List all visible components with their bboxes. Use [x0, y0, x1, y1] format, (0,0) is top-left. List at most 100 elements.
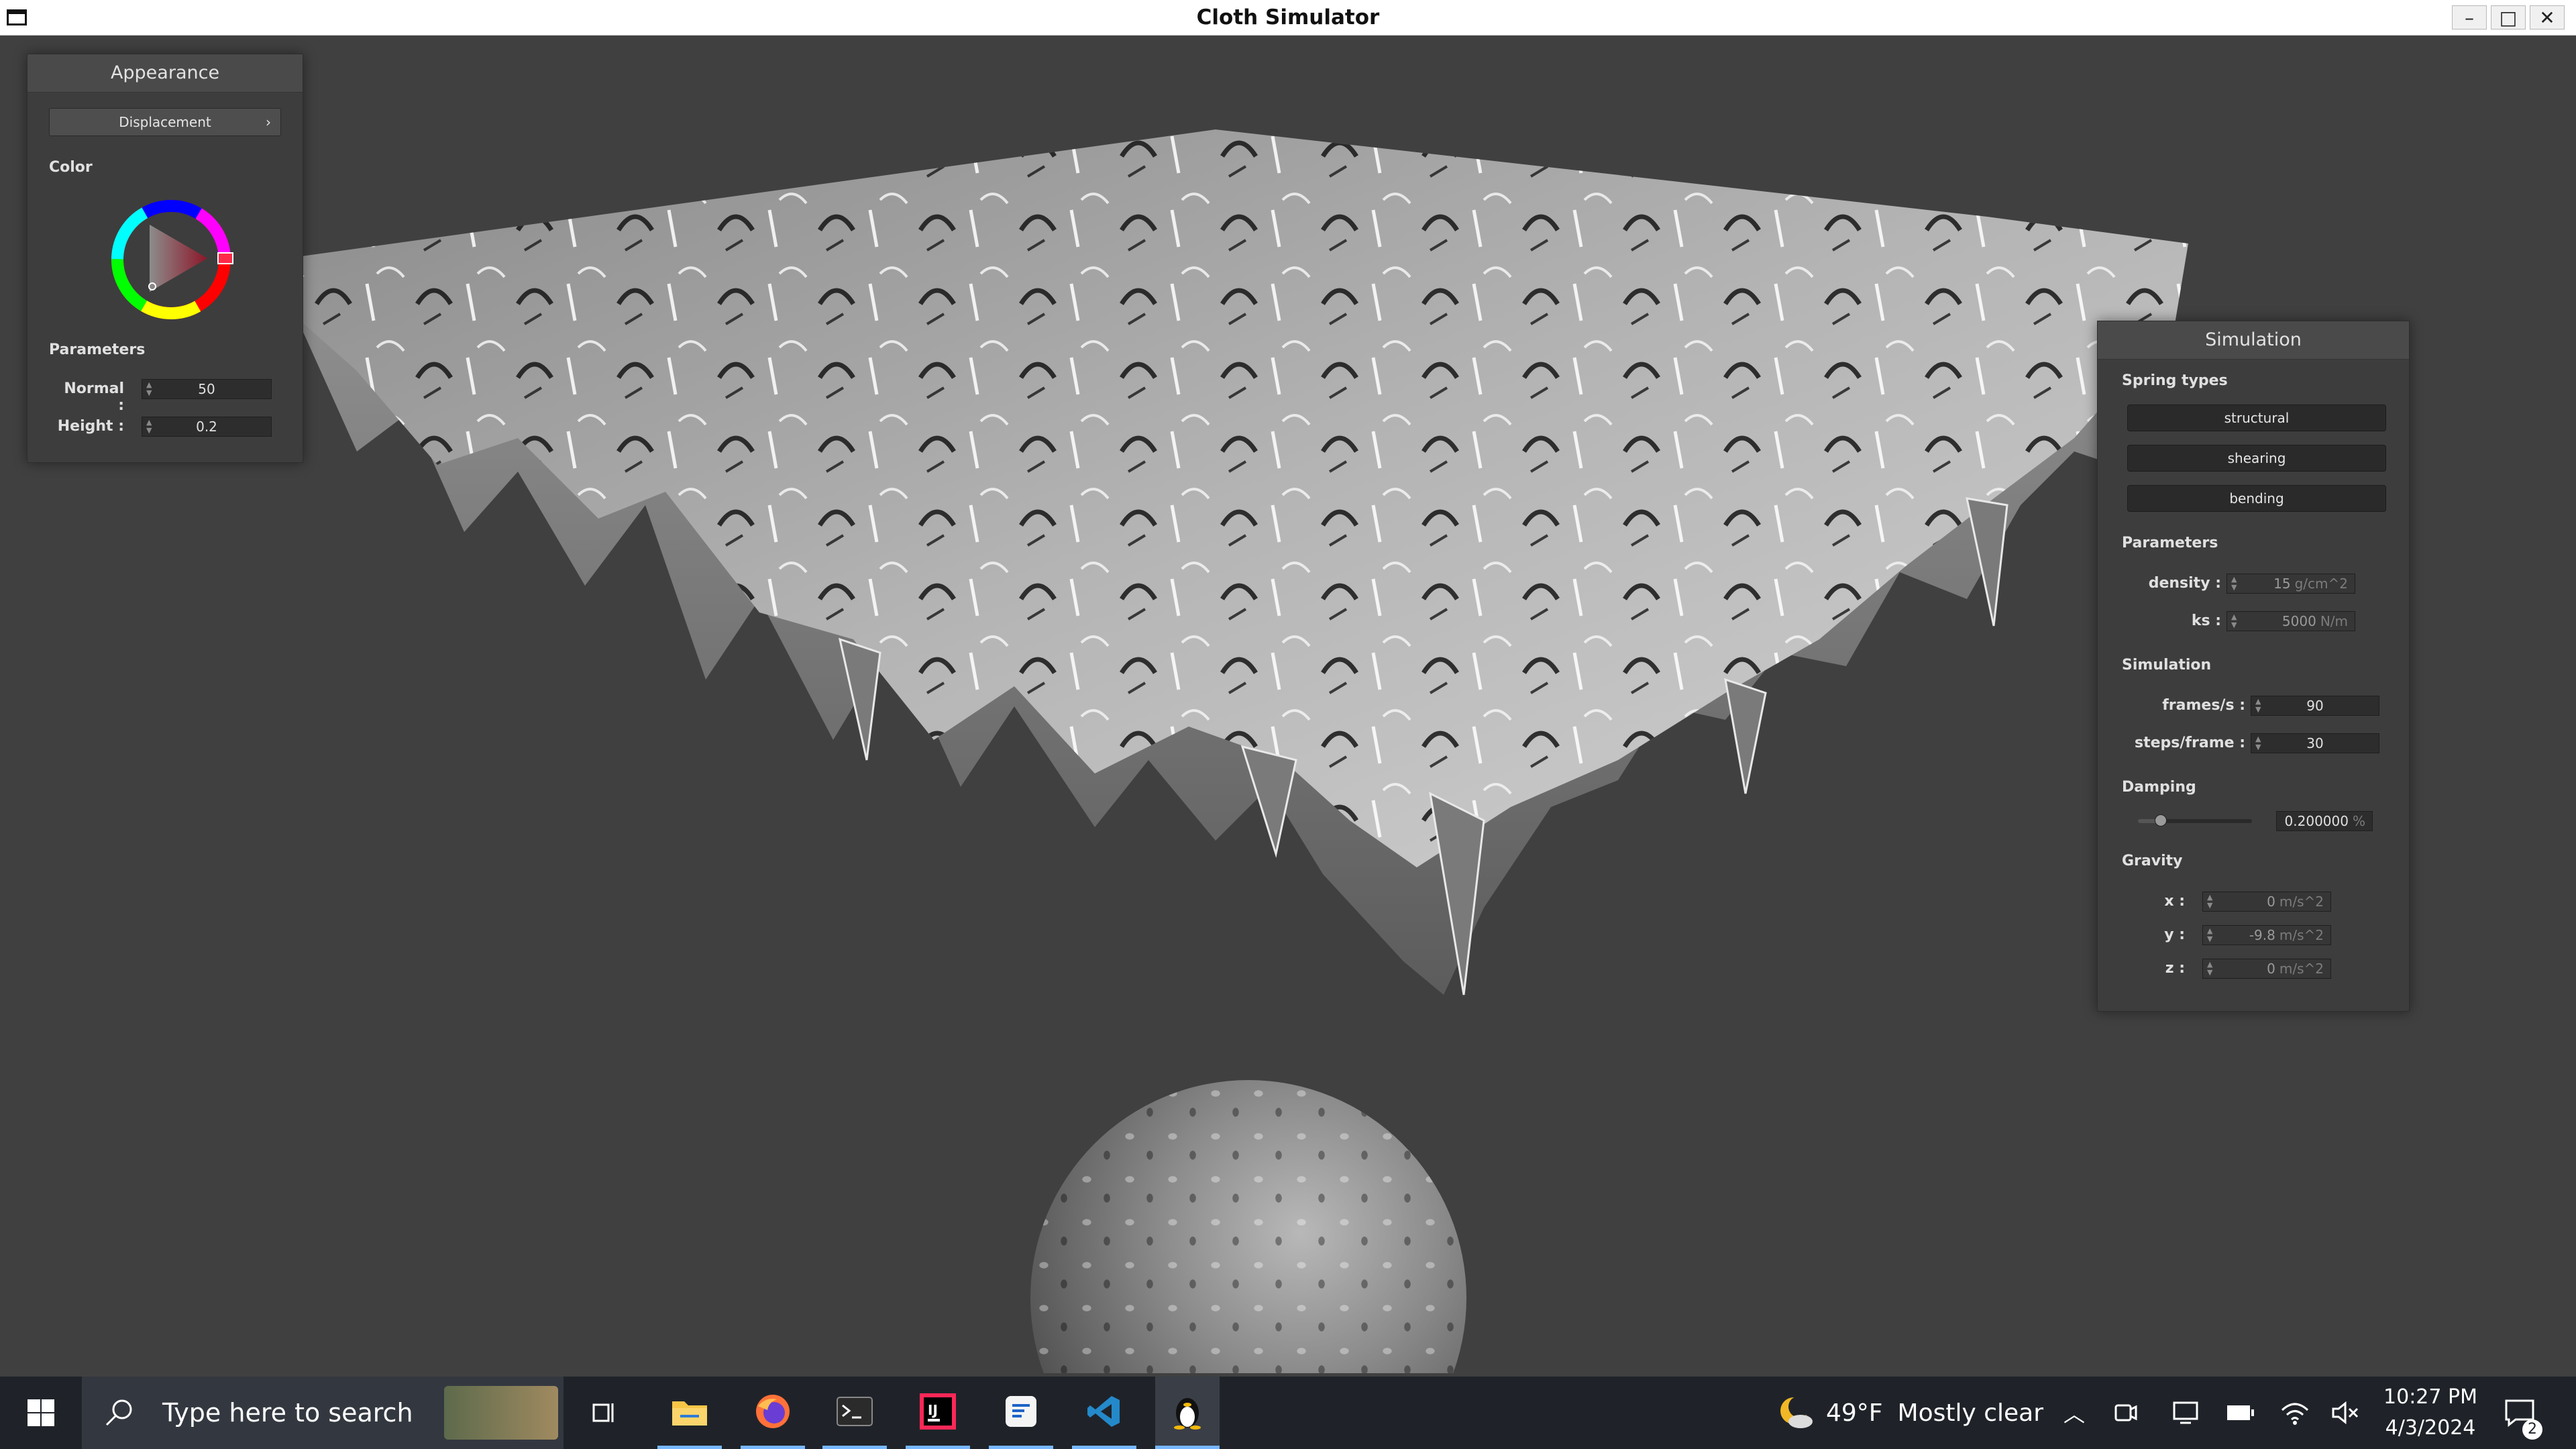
weather-temperature: 49°F [1826, 1399, 1883, 1427]
density-value: 15 [2273, 576, 2291, 592]
normal-value: 50 [198, 381, 215, 397]
damping-value: 0.200000 [2284, 813, 2349, 829]
gravity-unit: m/s^2 [2279, 927, 2324, 943]
simulation-panel: Simulation Spring types structural shear… [2097, 321, 2410, 1012]
minimize-icon: – [2465, 6, 2474, 29]
gravity-y-value: -9.8 [2249, 927, 2275, 943]
gravity-z-spinbox[interactable]: ▲ ▼ 0 m/s^2 [2202, 959, 2331, 979]
gravity-y-label: y : [2164, 926, 2185, 943]
bending-spring-button[interactable]: bending [2127, 485, 2386, 512]
ks-label: ks : [2191, 612, 2221, 629]
color-label: Color [49, 159, 93, 176]
density-label: density : [2148, 575, 2221, 592]
ks-unit: N/m [2320, 613, 2348, 629]
close-icon: ✕ [2539, 6, 2555, 29]
taskbar-search[interactable]: Type here to search [82, 1377, 564, 1449]
steps-value: 30 [2306, 735, 2324, 751]
search-icon [105, 1399, 132, 1426]
structural-spring-button[interactable]: structural [2127, 405, 2386, 431]
window-title: Cloth Simulator [1196, 5, 1380, 30]
appearance-panel-title: Appearance [28, 54, 303, 93]
chevron-right-icon: › [266, 114, 271, 130]
terminal-icon [837, 1396, 873, 1426]
cloth-simulator-button[interactable] [1155, 1377, 1220, 1449]
svg-text:IJ: IJ [928, 1402, 938, 1418]
shearing-spring-button[interactable]: shearing [2127, 445, 2386, 472]
shader-dropdown[interactable]: Displacement › [49, 108, 281, 136]
firefox-button[interactable] [741, 1377, 805, 1449]
maximize-button[interactable]: □ [2491, 5, 2526, 30]
height-label: Height : [57, 418, 124, 435]
moon-cloud-icon [1780, 1396, 1813, 1428]
minimize-button[interactable]: – [2452, 5, 2487, 30]
terminal-button[interactable] [822, 1377, 887, 1449]
spring-types-label: Spring types [2122, 372, 2228, 389]
windows-icon [28, 1399, 54, 1426]
height-value: 0.2 [196, 419, 217, 435]
appearance-parameters-label: Parameters [49, 341, 146, 358]
normal-spinbox[interactable]: ▲ ▼ 50 [142, 379, 272, 399]
damping-slider[interactable] [2138, 814, 2252, 826]
gravity-unit: m/s^2 [2279, 961, 2324, 977]
linux-penguin-icon [1174, 1397, 1201, 1430]
chevron-up-icon: ︿ [2063, 1401, 2086, 1427]
appearance-panel: Appearance Displacement › Color Paramete… [27, 54, 303, 463]
volume-tray-button[interactable] [2332, 1377, 2360, 1449]
density-unit: g/cm^2 [2294, 576, 2348, 592]
gravity-x-value: 0 [2267, 894, 2275, 910]
gravity-label: Gravity [2122, 853, 2183, 869]
height-spinbox[interactable]: ▲ ▼ 0.2 [142, 417, 272, 437]
clock-date: 4/3/2024 [2385, 1416, 2476, 1440]
show-hidden-icons-button[interactable]: ︿ [2063, 1377, 2085, 1449]
fps-value: 90 [2306, 698, 2324, 714]
close-button[interactable]: ✕ [2530, 5, 2565, 30]
battery-tray-button[interactable] [2226, 1377, 2255, 1449]
ks-value: 5000 [2282, 613, 2316, 629]
taskbar: Type here to search IJ 49°F Mostly clear… [0, 1377, 2576, 1449]
gravity-x-spinbox[interactable]: ▲ ▼ 0 m/s^2 [2202, 892, 2331, 912]
normal-label: Normal : [64, 380, 124, 414]
fps-spinbox[interactable]: ▲ ▼ 90 [2251, 696, 2379, 716]
notification-badge: 2 [2522, 1419, 2542, 1440]
tray-icon-1[interactable] [2113, 1377, 2139, 1449]
task-view-icon [592, 1403, 614, 1422]
intellij-button[interactable]: IJ [906, 1377, 970, 1449]
damping-field[interactable]: 0.200000% [2276, 811, 2373, 831]
spin-arrows-icon: ▲ ▼ [2231, 575, 2237, 592]
weather-widget[interactable]: 49°F Mostly clear [1776, 1377, 2043, 1449]
tray-icon-2[interactable] [2172, 1377, 2199, 1449]
search-placeholder: Type here to search [162, 1398, 413, 1428]
ks-spinbox[interactable]: ▲ ▼ 5000 N/m [2226, 611, 2355, 631]
simulation-panel-title: Simulation [2098, 321, 2409, 360]
notepad-icon [1006, 1395, 1036, 1427]
battery-icon [2227, 1405, 2254, 1420]
file-explorer-button[interactable] [657, 1377, 722, 1449]
steps-per-frame-label: steps/frame : [2135, 735, 2245, 751]
wifi-tray-button[interactable] [2281, 1377, 2309, 1449]
notepad-button[interactable] [989, 1377, 1053, 1449]
firefox-icon [756, 1394, 790, 1428]
vscode-button[interactable] [1072, 1377, 1136, 1449]
fps-label: frames/s : [2162, 697, 2245, 714]
clock[interactable]: 10:27 PM 4/3/2024 [2381, 1377, 2479, 1449]
notification-center-button[interactable]: 2 [2504, 1377, 2542, 1449]
sim-parameters-label: Parameters [2122, 535, 2218, 551]
gravity-unit: m/s^2 [2279, 894, 2324, 910]
steps-per-frame-spinbox[interactable]: ▲ ▼ 30 [2251, 733, 2379, 753]
folder-icon [672, 1401, 707, 1426]
damping-label: Damping [2122, 779, 2196, 796]
maximize-icon: □ [2499, 6, 2518, 29]
start-button[interactable] [0, 1377, 82, 1449]
task-view-button[interactable] [580, 1377, 629, 1449]
color-wheel[interactable] [104, 193, 238, 327]
search-highlight-image [444, 1386, 558, 1440]
wifi-icon [2281, 1403, 2309, 1425]
weather-description: Mostly clear [1897, 1399, 2044, 1427]
spin-arrows-icon: ▲ ▼ [2207, 893, 2213, 910]
spin-arrows-icon: ▲ ▼ [2231, 612, 2237, 629]
gravity-y-spinbox[interactable]: ▲ ▼ -9.8 m/s^2 [2202, 925, 2331, 945]
density-spinbox[interactable]: ▲ ▼ 15 g/cm^2 [2226, 574, 2355, 594]
intellij-icon: IJ [920, 1393, 956, 1430]
damping-slider-handle[interactable] [2155, 814, 2167, 826]
title-bar: Cloth Simulator – □ ✕ [0, 0, 2576, 36]
